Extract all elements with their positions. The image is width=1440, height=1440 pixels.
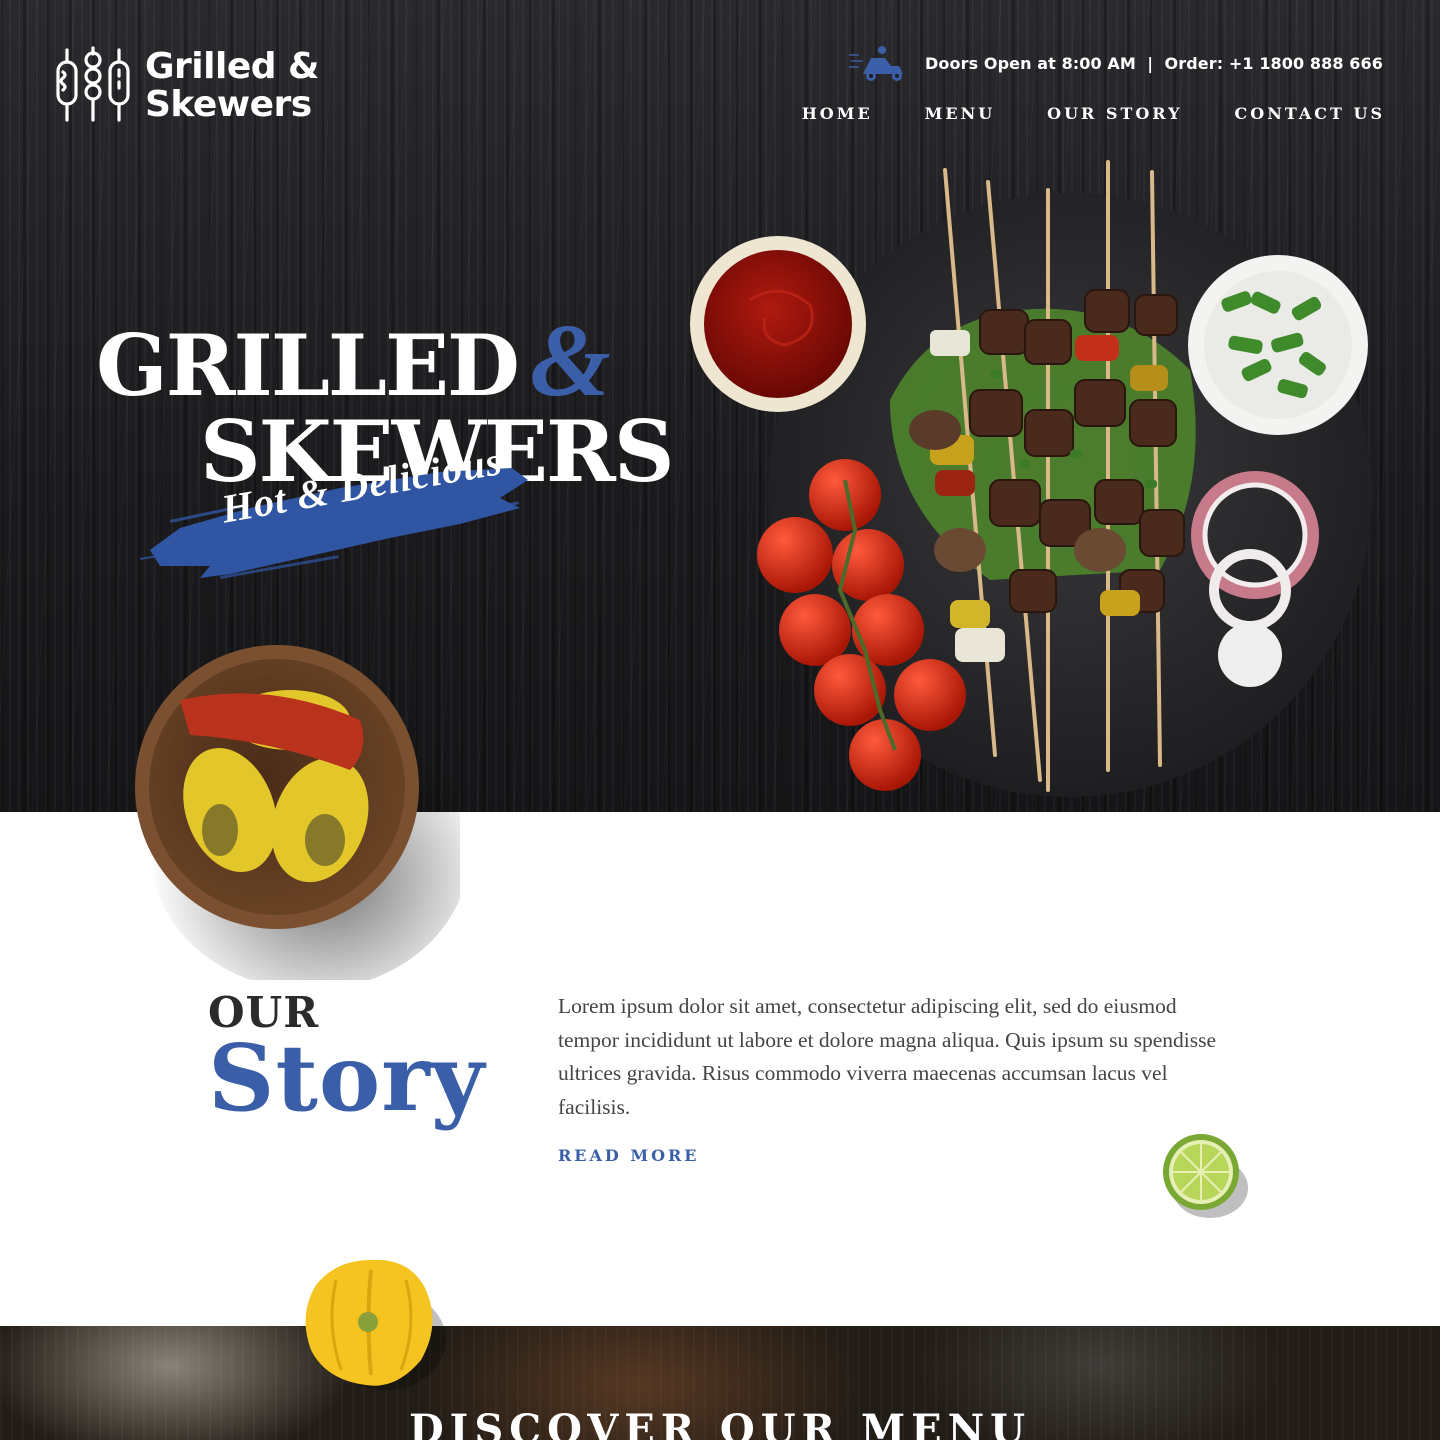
- nav-contact-us[interactable]: CONTACT US: [1235, 104, 1385, 123]
- skewers-logo-icon: [56, 46, 130, 122]
- delivery-scooter-icon: [849, 46, 904, 81]
- brand-name-line1: Grilled &: [145, 46, 319, 87]
- menu-section-title: DISCOVER OUR MENU: [408, 1406, 1032, 1440]
- hours-and-phone: Doors Open at 8:00 AM | Order: +1 1800 8…: [925, 53, 1383, 73]
- hero-title-ampersand: &: [529, 303, 611, 418]
- hero-title-line1: GRILLED &: [96, 303, 673, 418]
- nav-home[interactable]: HOME: [802, 104, 873, 123]
- read-more-link[interactable]: READ MORE: [558, 1146, 700, 1165]
- story-heading-story: Story: [208, 1024, 486, 1132]
- yellow-pepper-image: [305, 1259, 446, 1390]
- nav-our-story[interactable]: OUR STORY: [1047, 104, 1182, 123]
- skewer-plate-image: [690, 160, 1372, 797]
- brand-name: Grilled & Skewers: [145, 48, 319, 124]
- nav-menu[interactable]: MENU: [925, 104, 995, 123]
- menu-section: DISCOVER OUR MENU: [0, 1326, 1440, 1440]
- story-heading: OUR Story: [208, 990, 486, 1132]
- lime-wedge-image: [1163, 1134, 1248, 1218]
- corn-bowl-image: [135, 645, 460, 980]
- top-info-bar: Doors Open at 8:00 AM | Order: +1 1800 8…: [849, 46, 1383, 81]
- story-body-text: Lorem ipsum dolor sit amet, consectetur …: [558, 994, 1217, 1119]
- hero-title-grilled: GRILLED: [96, 316, 520, 415]
- brand-name-line2: Skewers: [145, 84, 312, 125]
- brand-logo[interactable]: Grilled & Skewers: [55, 46, 335, 126]
- main-nav: HOME MENU OUR STORY CONTACT US: [802, 104, 1385, 123]
